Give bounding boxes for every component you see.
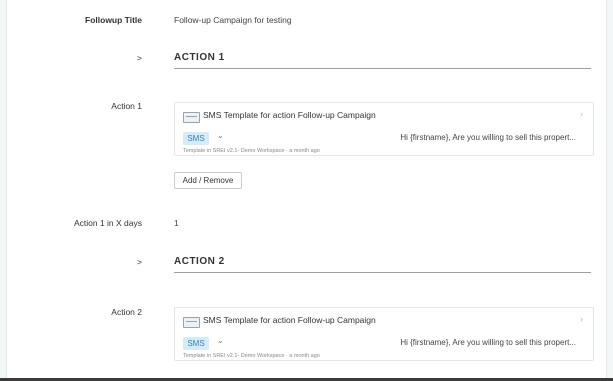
section2-divider <box>174 272 591 273</box>
action2-template-card[interactable]: SMS Template for action Follow-up Campai… <box>174 307 594 361</box>
template-message-preview: Hi {firstname}, Are you willing to sell … <box>400 338 576 347</box>
right-frame-edge <box>606 0 613 381</box>
section1-heading: ACTION 1 <box>174 52 225 63</box>
chevron-down-icon[interactable]: ⌄ <box>217 336 224 345</box>
channel-badge[interactable]: SMS <box>183 132 209 145</box>
template-title: SMS Template for action Follow-up Campai… <box>203 110 376 120</box>
action1-days-label: Action 1 in X days <box>73 218 142 228</box>
action2-label: Action 2 <box>111 307 142 317</box>
template-thumbnail-icon <box>183 112 200 123</box>
template-thumbnail-icon <box>183 317 200 328</box>
action1-template-card[interactable]: SMS Template for action Follow-up Campai… <box>174 102 594 156</box>
channel-badge[interactable]: SMS <box>183 337 209 350</box>
section1-toggle[interactable]: > <box>0 53 142 63</box>
followup-title-value: Follow-up Campaign for testing <box>174 15 292 25</box>
chevron-right-icon[interactable]: › <box>580 314 583 324</box>
section1-divider <box>174 68 591 69</box>
section2-toggle[interactable]: > <box>0 257 142 267</box>
chevron-down-icon[interactable]: ⌄ <box>217 131 224 140</box>
template-title: SMS Template for action Follow-up Campai… <box>203 315 376 325</box>
action1-days-value: 1 <box>174 218 179 228</box>
template-message-preview: Hi {firstname}, Are you willing to sell … <box>400 133 576 142</box>
add-remove-button[interactable]: Add / Remove <box>174 172 242 189</box>
followup-title-label: Followup Title <box>85 15 142 25</box>
template-meta: Template in SREI v2.1- Demo Workspace · … <box>183 353 320 359</box>
template-meta: Template in SREI v2.1- Demo Workspace · … <box>183 148 320 154</box>
action1-label: Action 1 <box>111 101 142 111</box>
chevron-right-icon[interactable]: › <box>580 109 583 119</box>
section2-heading: ACTION 2 <box>174 256 225 267</box>
